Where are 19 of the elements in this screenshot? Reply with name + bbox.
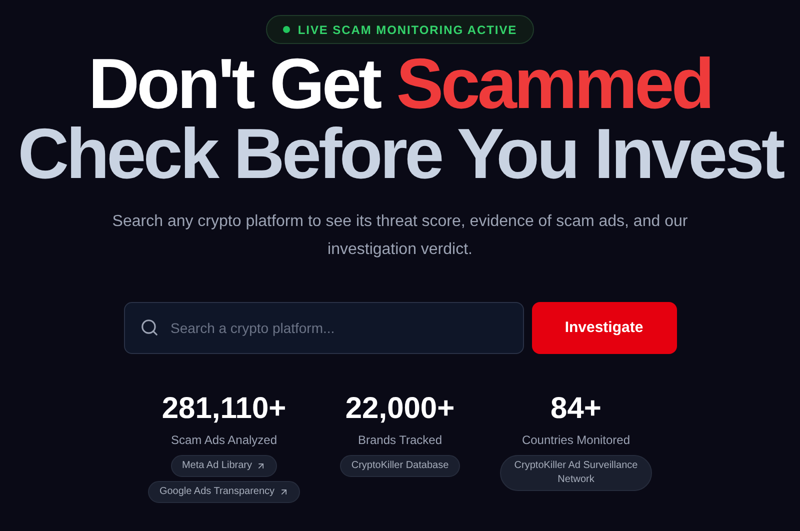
subtitle: Search any crypto platform to see its threat score, evidence of scam ads, and our investigation verdict. (111, 212, 689, 260)
source-tag: CryptoKiller Ad Surveillance Network (500, 455, 652, 491)
headline: Don't Get Scammed (88, 50, 712, 120)
source-tag: CryptoKiller Database (340, 455, 460, 477)
investigate-button[interactable]: Investigate (532, 302, 676, 354)
stat-value: 22,000+ (345, 392, 455, 426)
headline: Check Before You Invest (18, 120, 782, 190)
stat-label: Brands Tracked (358, 432, 442, 449)
stat-value: 281,110+ (162, 392, 286, 426)
stat-label: Scam Ads Analyzed (170, 432, 278, 449)
external-link-icon (256, 461, 266, 471)
search-icon (140, 318, 158, 337)
external-link-icon (278, 487, 289, 497)
stat-value: 84+ (550, 392, 602, 426)
status-badge: LIVE SCAM MONITORING ACTIVE (266, 15, 534, 44)
source-tag: Meta Ad Library (170, 455, 278, 477)
stat-label: Countries Monitored (522, 432, 630, 449)
search-field[interactable]: Search a crypto platform... (124, 302, 524, 354)
source-tag: Google Ads Transparency (148, 481, 300, 503)
